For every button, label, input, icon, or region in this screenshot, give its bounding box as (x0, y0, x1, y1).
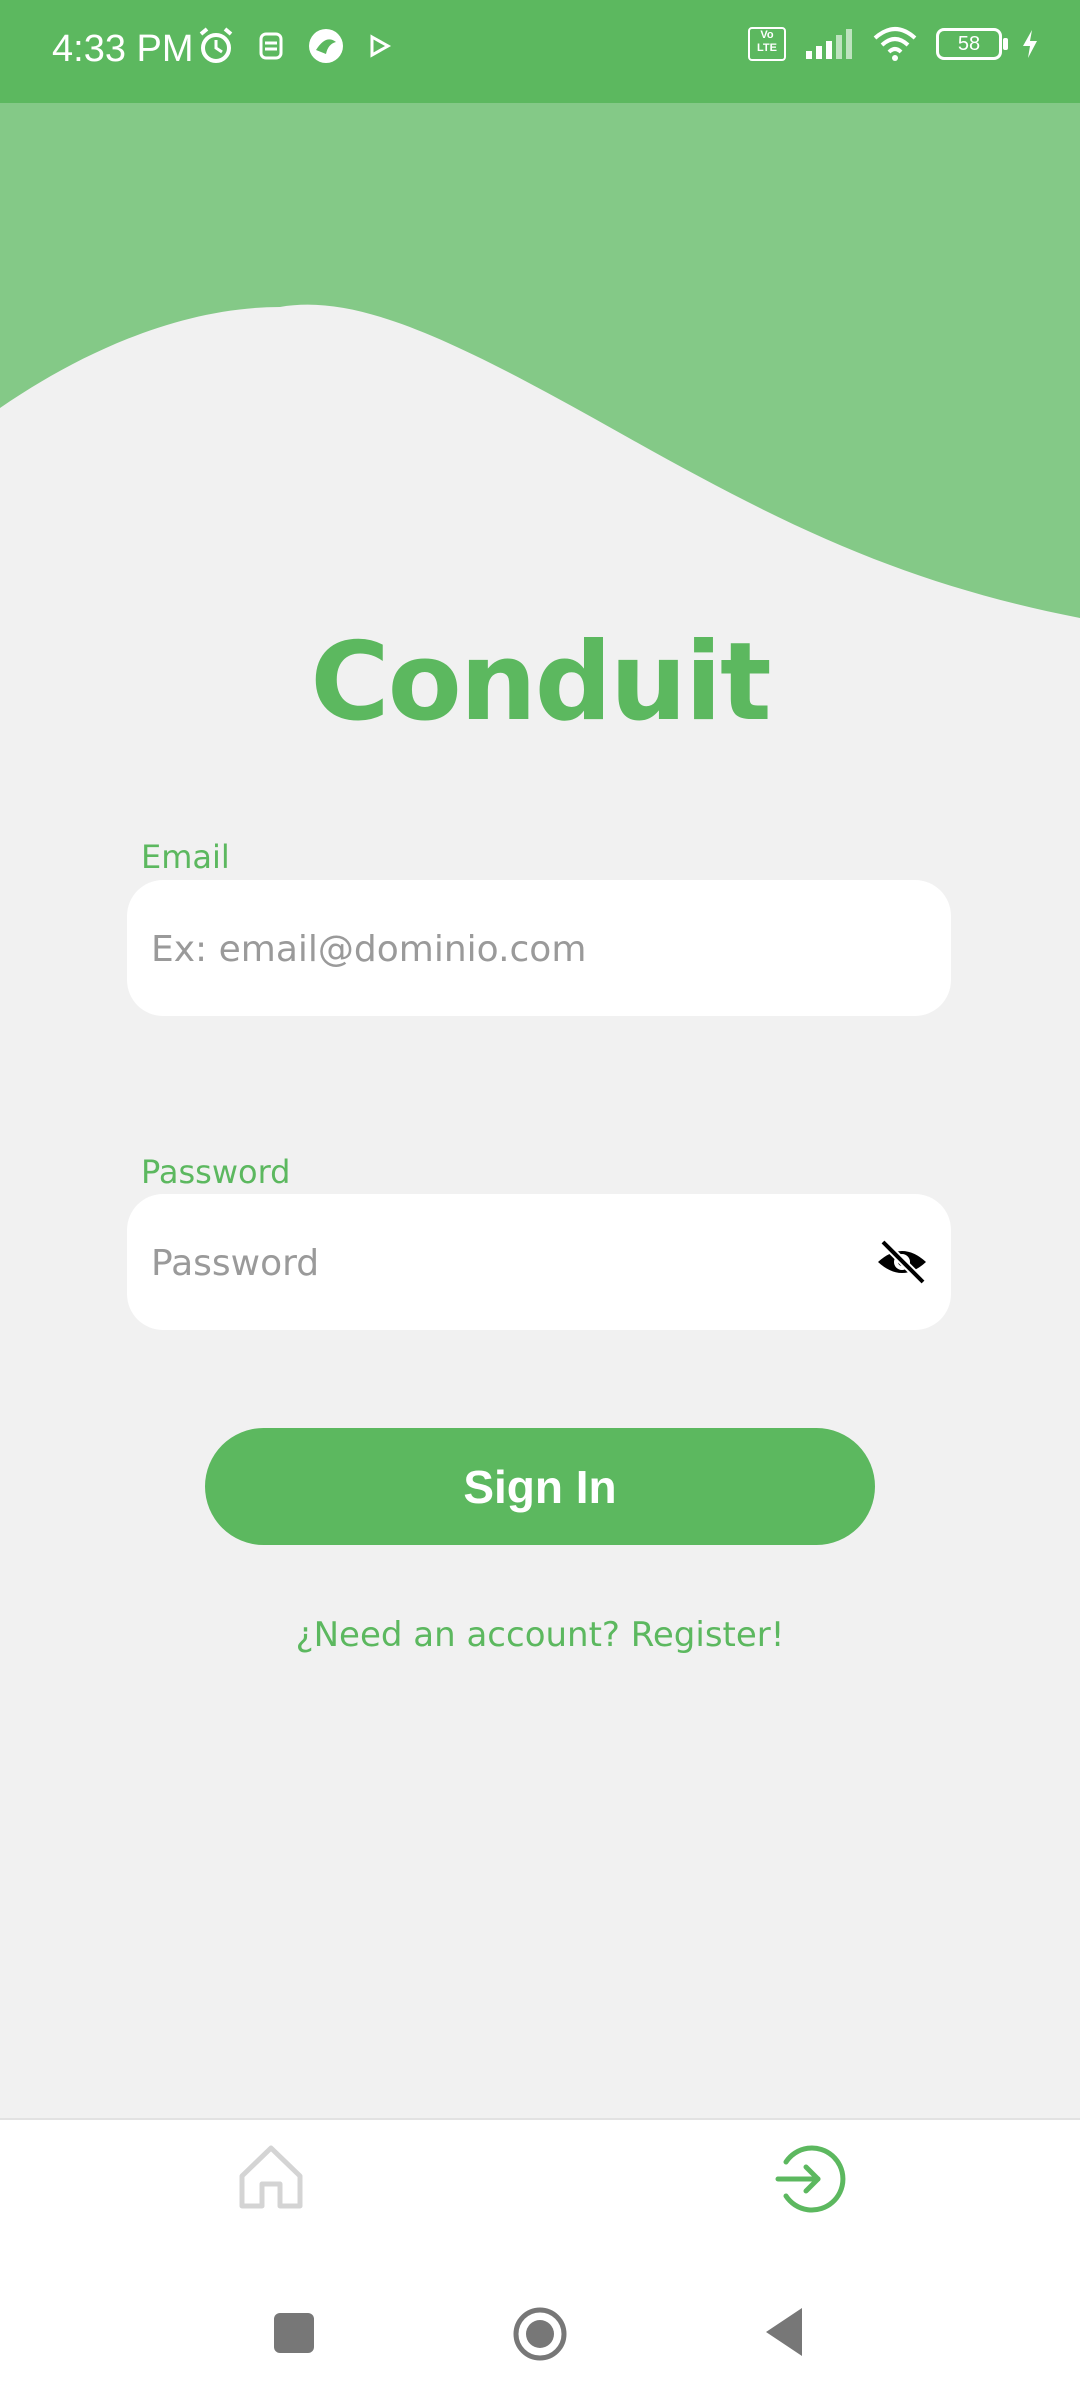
password-field[interactable] (127, 1194, 951, 1332)
email-field[interactable] (127, 880, 951, 1018)
back-icon[interactable] (762, 2306, 806, 2358)
password-input[interactable] (149, 1194, 913, 1332)
email-input[interactable] (149, 880, 913, 1018)
recents-icon[interactable] (274, 2313, 314, 2353)
signal-icon (806, 29, 852, 59)
charging-icon (1023, 30, 1037, 58)
home-icon[interactable] (236, 2142, 306, 2212)
email-label: Email (141, 838, 230, 876)
battery-icon: 58 (936, 28, 1008, 60)
system-home-icon[interactable] (512, 2306, 568, 2362)
status-left-icons (196, 26, 392, 66)
app-icon (309, 29, 343, 63)
wifi-icon (873, 27, 917, 61)
status-time: 4:33 PM (52, 28, 194, 70)
login-icon[interactable] (772, 2142, 846, 2216)
system-nav-bar (0, 2240, 1080, 2400)
eye-off-icon[interactable] (875, 1238, 929, 1286)
register-link[interactable]: ¿Need an account? Register! (0, 1615, 1080, 1655)
notification-icon (259, 32, 283, 60)
volte-icon: Vo LTE (748, 27, 786, 61)
status-bar: 4:33 PM Vo LTE 58 (0, 0, 1080, 103)
app-title: Conduit (310, 620, 771, 745)
password-label: Password (141, 1153, 291, 1191)
status-right-icons: Vo LTE 58 (748, 26, 1040, 62)
battery-level: 58 (957, 32, 981, 55)
play-icon (370, 34, 392, 58)
bottom-nav (0, 2118, 1080, 2242)
sign-in-button[interactable]: Sign In (205, 1428, 875, 1545)
header-wave (0, 103, 1080, 618)
alarm-icon (199, 27, 233, 63)
